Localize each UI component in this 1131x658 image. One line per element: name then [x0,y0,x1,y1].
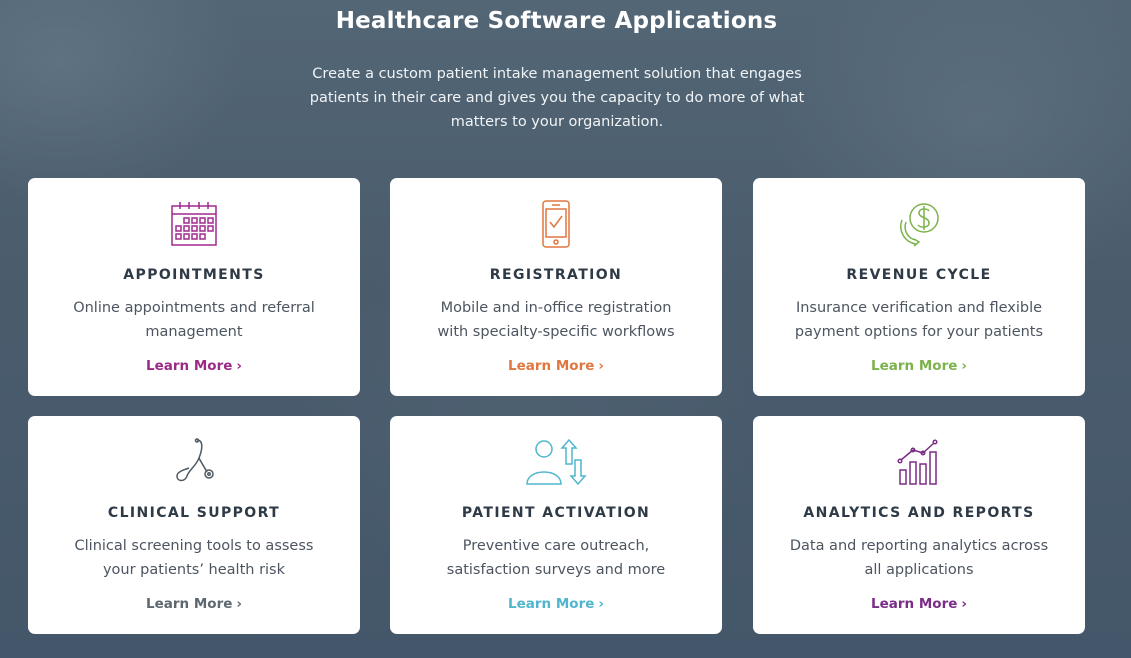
bar-chart-icon [753,438,1085,486]
chevron-right-icon: › [236,596,242,612]
link-label: Learn More [146,596,233,612]
link-label: Learn More [871,358,958,374]
card-analytics-and-reports: ANALYTICS AND REPORTS Data and reporting… [753,416,1085,634]
card-appointments: APPOINTMENTS Online appointments and ref… [28,178,360,396]
learn-more-link-registration[interactable]: Learn More › [390,358,722,374]
patient-arrows-icon [390,438,722,486]
learn-more-link-appointments[interactable]: Learn More › [28,358,360,374]
card-description: Mobile and in-office registration with s… [437,300,675,340]
card-description: Clinical screening tools to assess your … [74,538,314,578]
mobile-checkmark-icon [390,200,722,248]
link-label: Learn More [871,596,958,612]
link-label: Learn More [508,358,595,374]
card-revenue-cycle: REVENUE CYCLE Insurance verification and… [753,178,1085,396]
learn-more-link-patient-activation[interactable]: Learn More › [390,596,722,612]
link-label: Learn More [508,596,595,612]
chevron-right-icon: › [961,596,967,612]
calendar-icon [28,200,360,248]
card-description: Data and reporting analytics across all … [789,538,1049,578]
chevron-right-icon: › [236,358,242,374]
card-description: Insurance verification and flexible paym… [794,300,1044,340]
link-label: Learn More [146,358,233,374]
card-title: CLINICAL SUPPORT [107,505,281,521]
card-description: Online appointments and referral managem… [73,300,315,340]
learn-more-link-analytics-and-reports[interactable]: Learn More › [753,596,1085,612]
card-title: ANALYTICS AND REPORTS [803,505,1035,521]
dollar-cycle-icon [753,200,1085,248]
page-subtitle: Create a custom patient intake managemen… [309,66,805,130]
card-title: REGISTRATION [489,267,623,283]
card-registration: REGISTRATION Mobile and in-office regist… [390,178,722,396]
chevron-right-icon: › [598,358,604,374]
card-clinical-support: CLINICAL SUPPORT Clinical screening tool… [28,416,360,634]
card-title: REVENUE CYCLE [846,267,992,283]
learn-more-link-revenue-cycle[interactable]: Learn More › [753,358,1085,374]
card-title: PATIENT ACTIVATION [461,505,651,521]
card-description: Preventive care outreach, satisfaction s… [446,538,666,578]
chevron-right-icon: › [961,358,967,374]
card-title: APPOINTMENTS [123,267,265,283]
learn-more-link-clinical-support[interactable]: Learn More › [28,596,360,612]
page-title: Healthcare Software Applications [335,8,778,34]
chevron-right-icon: › [598,596,604,612]
stethoscope-icon [28,438,360,486]
card-patient-activation: PATIENT ACTIVATION Preventive care outre… [390,416,722,634]
